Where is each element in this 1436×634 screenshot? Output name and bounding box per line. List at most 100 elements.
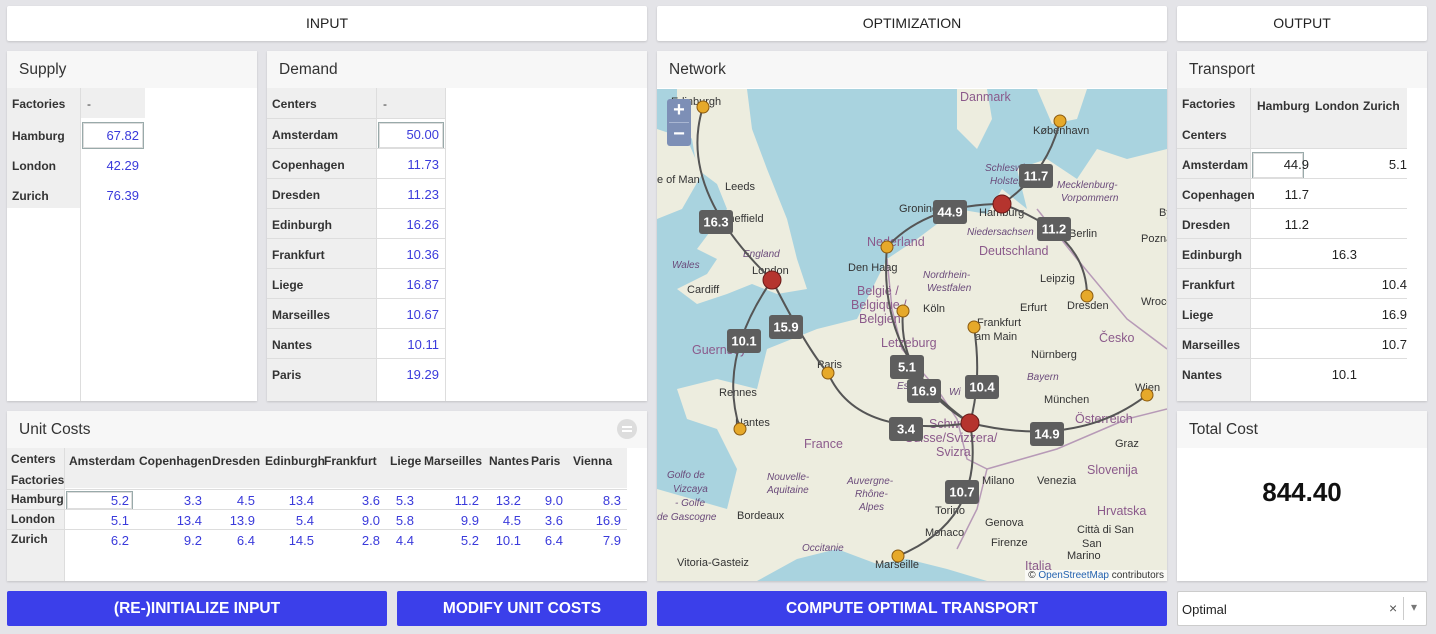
center-node[interactable]: [1080, 289, 1094, 303]
unit-cost-cell[interactable]: 4.5: [485, 513, 521, 528]
unit-cost-cell[interactable]: 6.4: [208, 533, 255, 548]
center-node[interactable]: [967, 320, 981, 334]
unit-cost-cell[interactable]: 5.1: [65, 513, 129, 528]
unit-cost-cell[interactable]: 4.4: [386, 533, 414, 548]
supply-col-value-header: -: [87, 97, 91, 111]
unit-cost-cell[interactable]: 13.4: [135, 513, 202, 528]
unit-cost-cell[interactable]: 14.5: [261, 533, 314, 548]
map-label: Milano: [982, 475, 1014, 487]
unit-cost-cell[interactable]: 6.2: [65, 533, 129, 548]
demand-value-cell[interactable]: 16.87: [377, 277, 439, 292]
factory-node-zurich[interactable]: [960, 413, 980, 433]
status-select[interactable]: Optimal × ▾: [1177, 591, 1427, 626]
supply-value-cell[interactable]: 76.39: [81, 188, 139, 203]
reinitialize-input-button[interactable]: (RE-)INITIALIZE INPUT: [7, 591, 387, 626]
transport-row-label: Dresden: [1182, 218, 1231, 232]
zoom-out-button[interactable]: −: [667, 123, 691, 146]
unit-cost-row-label: Zurich: [11, 532, 48, 546]
unit-cost-cell[interactable]: 5.2: [65, 493, 129, 508]
transport-cell[interactable]: 16.3: [1309, 247, 1357, 262]
output-header: OUTPUT: [1177, 6, 1427, 41]
unit-cost-cell[interactable]: 5.8: [386, 513, 414, 528]
center-node[interactable]: [1053, 114, 1067, 128]
row-divider: [267, 238, 445, 239]
demand-row-label: Frankfurt: [272, 248, 325, 262]
factory-node-london[interactable]: [762, 270, 782, 290]
demand-value-cell[interactable]: 16.26: [377, 217, 439, 232]
factory-node-hamburg[interactable]: [992, 194, 1012, 214]
divider: [1250, 88, 1251, 401]
map-label: Golfo de: [667, 470, 705, 481]
unit-cost-cell[interactable]: 11.2: [420, 493, 479, 508]
transport-cell[interactable]: 5.1: [1357, 157, 1407, 172]
unit-cost-cell[interactable]: 3.6: [320, 493, 380, 508]
unit-cost-column-header: Dresden: [212, 454, 261, 468]
unit-cost-cell[interactable]: 7.9: [569, 533, 621, 548]
transport-cell[interactable]: 10.1: [1309, 367, 1357, 382]
unit-cost-cell[interactable]: 8.3: [569, 493, 621, 508]
supply-value-cell[interactable]: 67.82: [81, 128, 139, 143]
center-node[interactable]: [896, 304, 910, 318]
transport-cell[interactable]: 11.2: [1251, 217, 1309, 232]
demand-row-label: Paris: [272, 368, 302, 382]
demand-value-cell[interactable]: 19.29: [377, 367, 439, 382]
center-node[interactable]: [1140, 388, 1154, 402]
transport-cell[interactable]: 44.9: [1251, 157, 1309, 172]
center-node[interactable]: [891, 549, 905, 563]
edge-label: 16.3: [703, 215, 728, 230]
map-label: Mecklenburg-: [1057, 180, 1118, 191]
demand-row-label: Marseilles: [272, 308, 331, 322]
transport-cell[interactable]: 16.9: [1357, 307, 1407, 322]
edge-label: 11.7: [1024, 169, 1049, 184]
unit-cost-cell[interactable]: 4.5: [208, 493, 255, 508]
unit-cost-cell[interactable]: 9.0: [320, 513, 380, 528]
unit-costs-corner-top: Centers: [11, 452, 56, 466]
demand-row-label: Amsterdam: [272, 128, 339, 142]
compute-optimal-transport-button[interactable]: COMPUTE OPTIMAL TRANSPORT: [657, 591, 1167, 626]
center-node[interactable]: [821, 366, 835, 380]
unit-cost-cell[interactable]: 3.6: [527, 513, 563, 528]
demand-value-cell[interactable]: 10.11: [377, 337, 439, 352]
demand-value-cell[interactable]: 10.67: [377, 307, 439, 322]
map-label: Graz: [1115, 438, 1139, 450]
demand-value-cell[interactable]: 50.00: [377, 127, 439, 142]
unit-cost-cell[interactable]: 5.4: [261, 513, 314, 528]
unit-cost-cell[interactable]: 13.9: [208, 513, 255, 528]
transport-cell[interactable]: 10.4: [1357, 277, 1407, 292]
map-label: Wrocław: [1141, 296, 1167, 308]
center-node[interactable]: [880, 240, 894, 254]
unit-cost-cell[interactable]: 13.4: [261, 493, 314, 508]
map-label: Slovenija: [1087, 463, 1138, 477]
modify-unit-costs-button[interactable]: MODIFY UNIT COSTS: [397, 591, 647, 626]
unit-cost-cell[interactable]: 9.2: [135, 533, 202, 548]
unit-cost-cell[interactable]: 2.8: [320, 533, 380, 548]
unit-cost-cell[interactable]: 9.9: [420, 513, 479, 528]
supply-value-cell[interactable]: 42.29: [81, 158, 139, 173]
edge-label: 10.1: [731, 334, 756, 349]
unit-cost-column-header: Marseilles: [424, 454, 483, 468]
transport-cell[interactable]: 10.7: [1357, 337, 1407, 352]
network-map[interactable]: Danmark København Edinburgh Leeds Sheffi…: [657, 89, 1167, 581]
transport-cell[interactable]: 11.7: [1251, 187, 1309, 202]
zoom-in-button[interactable]: +: [667, 99, 691, 122]
unit-cost-cell[interactable]: 3.3: [135, 493, 202, 508]
demand-row-label: Nantes: [272, 338, 313, 352]
unit-cost-cell[interactable]: 5.2: [420, 533, 479, 548]
chevron-down-icon[interactable]: ▾: [1411, 600, 1417, 614]
unit-cost-cell[interactable]: 6.4: [527, 533, 563, 548]
unit-cost-cell[interactable]: 13.2: [485, 493, 521, 508]
map-label: Leipzig: [1040, 273, 1075, 285]
osm-link[interactable]: OpenStreetMap: [1038, 570, 1109, 581]
unit-cost-cell[interactable]: 16.9: [569, 513, 621, 528]
menu-icon[interactable]: [617, 419, 637, 439]
center-node[interactable]: [696, 100, 710, 114]
demand-value-cell[interactable]: 11.73: [377, 157, 439, 172]
demand-value-cell[interactable]: 10.36: [377, 247, 439, 262]
demand-value-cell[interactable]: 11.23: [377, 187, 439, 202]
clear-icon[interactable]: ×: [1389, 600, 1397, 616]
unit-cost-cell[interactable]: 10.1: [485, 533, 521, 548]
demand-row-label: Dresden: [272, 188, 321, 202]
unit-cost-cell[interactable]: 9.0: [527, 493, 563, 508]
center-node[interactable]: [733, 422, 747, 436]
unit-cost-cell[interactable]: 5.3: [386, 493, 414, 508]
